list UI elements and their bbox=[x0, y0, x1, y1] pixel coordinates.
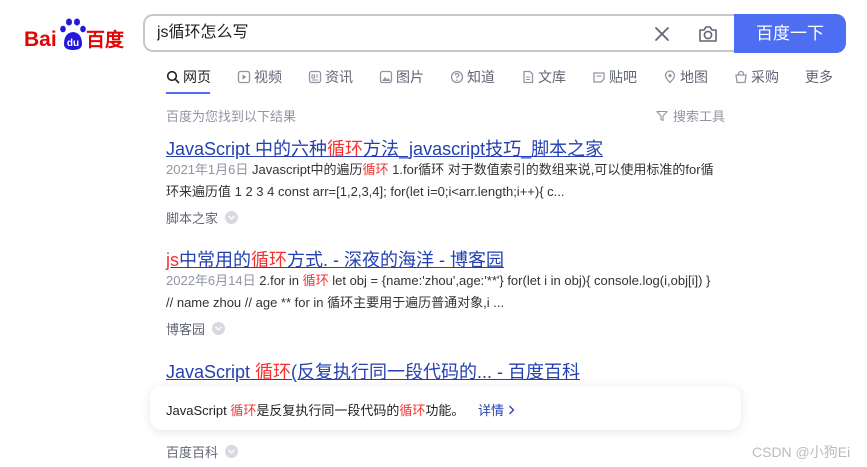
title-highlight: 循环 bbox=[327, 139, 364, 159]
question-icon bbox=[450, 70, 464, 84]
tab-label: 知道 bbox=[467, 69, 495, 85]
tab-wenku[interactable]: 文库 bbox=[521, 66, 566, 88]
tab-label: 采购 bbox=[751, 69, 779, 85]
tab-label: 资讯 bbox=[325, 69, 353, 85]
tab-label: 视频 bbox=[254, 69, 282, 85]
tab-more[interactable]: 更多 bbox=[805, 66, 833, 88]
document-icon bbox=[523, 70, 534, 84]
tab-zhidao[interactable]: 知道 bbox=[450, 66, 495, 88]
tab-label: 文库 bbox=[538, 69, 566, 85]
details-link[interactable]: 详情 bbox=[478, 403, 515, 418]
snippet-highlight: 循环 bbox=[302, 273, 329, 288]
map-icon bbox=[664, 70, 676, 84]
result-date: 2022年6月14日 bbox=[166, 273, 256, 288]
result-source[interactable]: 脚本之家 bbox=[166, 208, 239, 227]
search-input[interactable] bbox=[157, 16, 617, 50]
tab-web[interactable]: 网页 bbox=[166, 66, 211, 88]
tab-map[interactable]: 地图 bbox=[663, 66, 708, 88]
logo-text-bai: Bai bbox=[24, 28, 57, 51]
search-tools-button[interactable]: 搜索工具 bbox=[656, 106, 725, 125]
tab-video[interactable]: 视频 bbox=[237, 66, 282, 88]
search-button[interactable]: 百度一下 bbox=[734, 14, 846, 53]
snippet-part: 1.for循环 对于数值索引的数组来说,可以使用标准的for循环来遍历值 1 2… bbox=[166, 162, 714, 199]
title-highlight: js bbox=[166, 250, 179, 270]
chevron-right-icon bbox=[508, 405, 515, 415]
logo-text-du: du bbox=[67, 38, 79, 49]
tab-label: 地图 bbox=[680, 69, 708, 85]
details-label: 详情 bbox=[478, 403, 505, 418]
tab-news[interactable]: 资讯 bbox=[308, 66, 353, 88]
tools-label: 搜索工具 bbox=[673, 109, 726, 124]
source-name: 百度百科 bbox=[166, 445, 219, 460]
paw-icon: du bbox=[60, 18, 86, 50]
chevron-down-icon[interactable] bbox=[212, 322, 226, 335]
source-name: 脚本之家 bbox=[166, 211, 219, 226]
tab-label: 更多 bbox=[805, 69, 833, 85]
image-icon bbox=[379, 70, 393, 84]
card-part: 是反复执行同一段代码的 bbox=[256, 403, 400, 418]
card-text: JavaScript 循环是反复执行同一段代码的循环功能。 详情 bbox=[166, 400, 515, 419]
search-icon bbox=[166, 70, 180, 84]
active-tab-indicator bbox=[166, 92, 210, 94]
result-snippet: 2022年6月14日 2.for in 循环 let obj = {name:'… bbox=[166, 270, 721, 314]
card-highlight: 循环 bbox=[230, 403, 257, 418]
snippet-part: Javascript中的遍历 bbox=[252, 162, 363, 177]
tab-images[interactable]: 图片 bbox=[379, 66, 424, 88]
result-title[interactable]: JavaScript 循环(反复执行同一段代码的... - 百度百科 bbox=[166, 358, 580, 384]
filter-icon bbox=[656, 110, 668, 121]
title-part: 中常用的 bbox=[179, 250, 251, 270]
baidu-logo[interactable]: Bai du 百度 bbox=[24, 16, 128, 52]
result-date: 2021年1月6日 bbox=[166, 162, 249, 177]
title-part: JavaScript bbox=[166, 362, 256, 382]
tab-tieba[interactable]: 贴吧 bbox=[592, 66, 637, 88]
search-box[interactable] bbox=[143, 14, 736, 52]
camera-icon[interactable] bbox=[697, 23, 719, 45]
logo-text-baidu-cn: 百度 bbox=[86, 28, 125, 51]
tieba-icon bbox=[593, 72, 605, 83]
tab-label: 图片 bbox=[396, 69, 424, 85]
chevron-down-icon[interactable] bbox=[225, 445, 239, 458]
card-part: JavaScript bbox=[166, 403, 231, 418]
title-highlight: 循环 bbox=[251, 250, 287, 270]
tab-label: 网页 bbox=[183, 69, 211, 85]
baike-summary-card: JavaScript 循环是反复执行同一段代码的循环功能。 详情 bbox=[150, 386, 741, 430]
result-title[interactable]: js中常用的循环方式. - 深夜的海洋 - 博客园 bbox=[166, 246, 504, 272]
result-source[interactable]: 博客园 bbox=[166, 319, 226, 338]
csdn-watermark: CSDN @小狗Ei bbox=[752, 444, 851, 460]
video-icon bbox=[237, 70, 251, 84]
snippet-highlight: 循环 bbox=[362, 162, 389, 177]
card-part: 功能。 bbox=[425, 403, 465, 418]
tab-purchase[interactable]: 采购 bbox=[734, 66, 779, 88]
title-part: 方式. - 深夜的海洋 - 博客园 bbox=[287, 250, 504, 270]
title-part: 方法_javascript技巧_脚本之家 bbox=[363, 139, 604, 159]
title-highlight: 循环 bbox=[255, 362, 292, 382]
card-highlight: 循环 bbox=[399, 403, 426, 418]
result-title[interactable]: JavaScript 中的六种循环方法_javascript技巧_脚本之家 bbox=[166, 135, 603, 161]
title-part: JavaScript 中的六种 bbox=[166, 139, 328, 159]
tab-label: 贴吧 bbox=[609, 69, 637, 85]
result-snippet: 2021年1月6日 Javascript中的遍历循环 1.for循环 对于数值索… bbox=[166, 159, 721, 203]
result-source[interactable]: 百度百科 bbox=[166, 442, 239, 461]
result-count: 百度为您找到以下结果 bbox=[166, 109, 297, 124]
source-name: 博客园 bbox=[166, 322, 206, 337]
news-icon bbox=[308, 70, 322, 84]
shop-icon bbox=[735, 70, 747, 84]
title-part: (反复执行同一段代码的... - 百度百科 bbox=[291, 362, 581, 382]
clear-icon[interactable] bbox=[653, 25, 671, 43]
snippet-part: 2.for in bbox=[259, 273, 303, 288]
chevron-down-icon[interactable] bbox=[225, 211, 239, 224]
